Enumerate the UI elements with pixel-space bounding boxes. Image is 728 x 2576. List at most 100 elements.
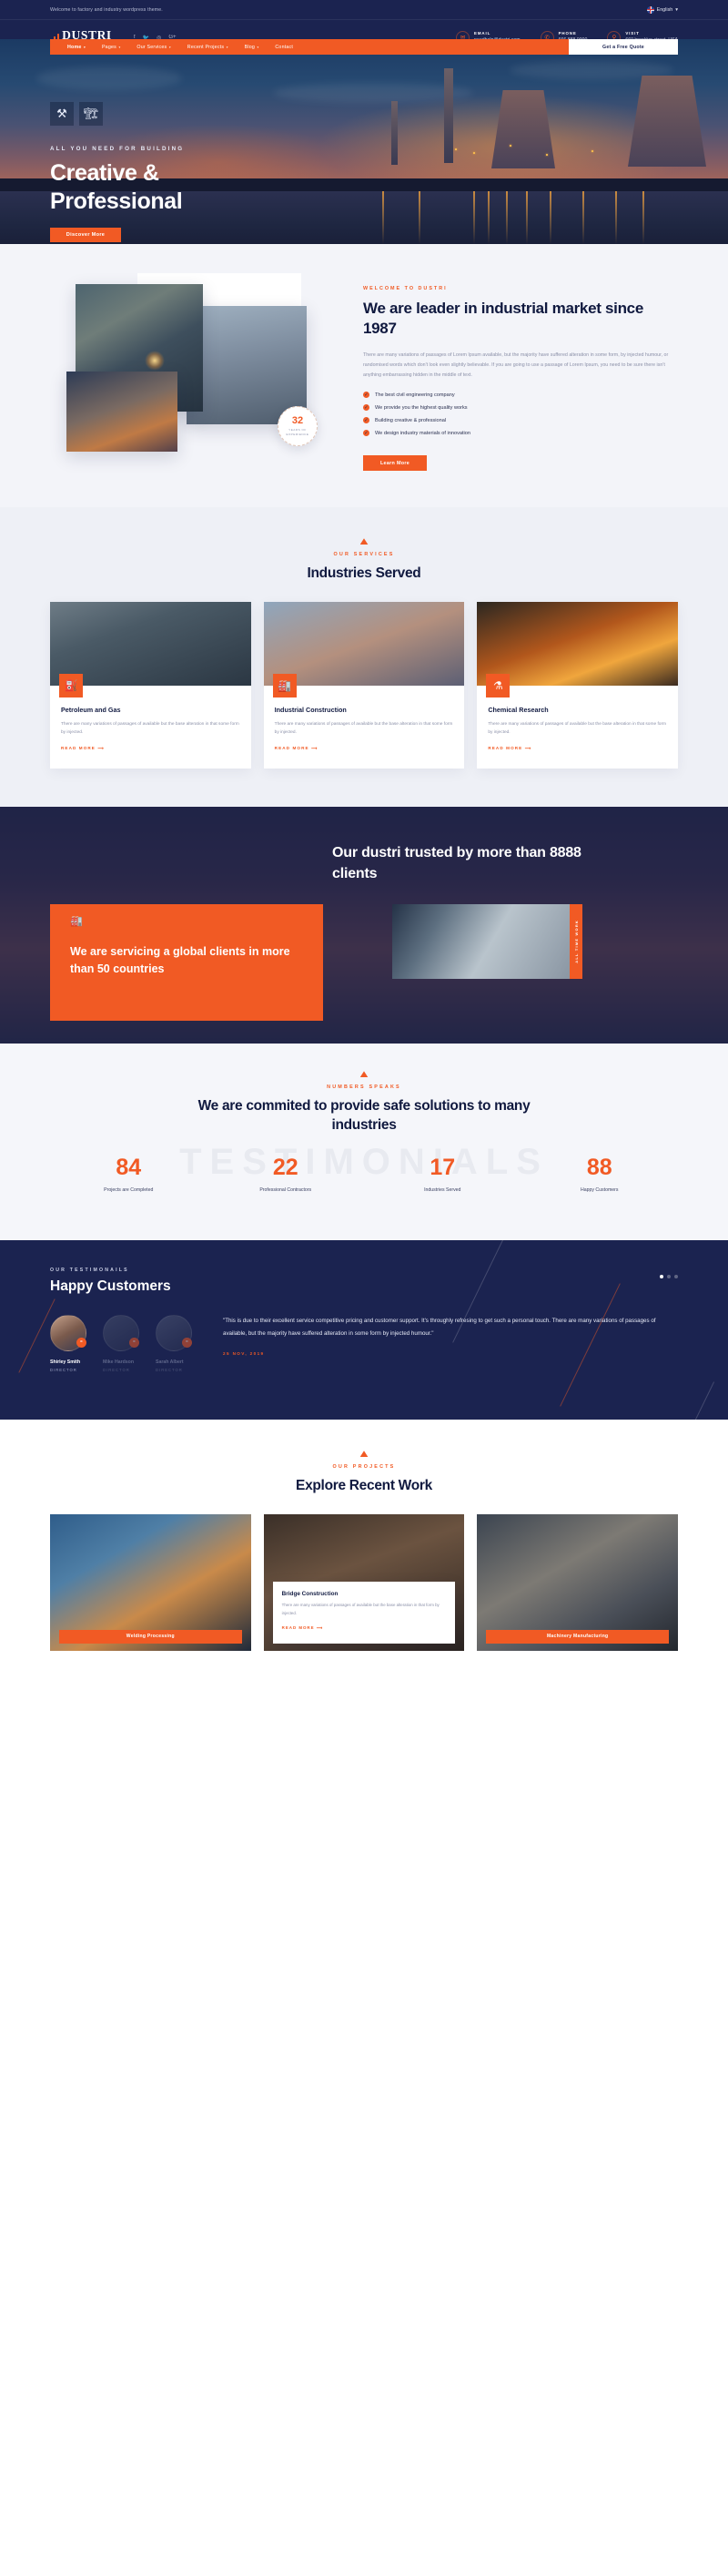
- pagination-dot-1[interactable]: [660, 1275, 663, 1279]
- check-icon: ✓: [363, 404, 369, 412]
- read-more-link[interactable]: READ MORE ⟶: [61, 746, 105, 751]
- project-list: Welding Processing Bridge Construction T…: [50, 1513, 679, 1651]
- service-card-title: Petroleum and Gas: [61, 705, 121, 714]
- learn-more-button[interactable]: Learn More: [363, 455, 427, 472]
- get-a-free-quote-button[interactable]: Get a Free Quote: [569, 39, 678, 55]
- flask-icon: ⚗: [486, 673, 511, 697]
- service-card[interactable]: ⚗ Chemical Research There are many varia…: [477, 601, 679, 769]
- nav-item-home[interactable]: Home ▾: [59, 45, 94, 50]
- check-icon: ✓: [363, 392, 369, 399]
- about-title: We are leader in industrial market since…: [363, 300, 643, 338]
- numbers-eyebrow: NUMBERS SPEAKS: [327, 1084, 401, 1091]
- checklist-label: Building creative & professional: [375, 417, 447, 423]
- discover-more-button[interactable]: Discover More: [50, 228, 121, 242]
- about-image-collage: 32 YEARS OF EXPERIENCE: [50, 273, 341, 452]
- service-card[interactable]: ⛽ Petroleum and Gas There are many varia…: [50, 601, 251, 769]
- pagination-dot-2[interactable]: [667, 1275, 671, 1279]
- project-title-button[interactable]: Welding Processing: [59, 1629, 242, 1644]
- pagination-dot-3[interactable]: [674, 1275, 678, 1279]
- author-role: DIRECTOR: [103, 1368, 130, 1373]
- projects-eyebrow: OUR PROJECTS: [332, 1464, 396, 1471]
- service-card-image: 🏭: [263, 601, 465, 697]
- about-photo-tank: [66, 372, 177, 452]
- about-paragraph: There are many variations of passages of…: [363, 351, 669, 379]
- arrow-right-icon: ⟶: [524, 746, 532, 751]
- experience-badge: 32 YEARS OF EXPERIENCE: [278, 406, 318, 446]
- read-more-link[interactable]: READ MORE ⟶: [488, 746, 531, 751]
- nav-label-recent-projects: Recent Projects: [187, 44, 225, 50]
- nav-item-recent-projects[interactable]: Recent Projects ▾: [179, 45, 237, 50]
- section-marker-icon: [359, 1071, 369, 1078]
- trusted-photo-block: ALL TIME WORK: [392, 904, 582, 980]
- counter-value: 88: [586, 1155, 612, 1181]
- service-card-title: Chemical Research: [488, 705, 549, 714]
- testimonial-quote: "This is due to their excellent service …: [223, 1318, 656, 1338]
- counter-list: 84 Projects are Completed 22 Professiona…: [50, 1155, 678, 1194]
- author-name: Sarah Albert: [156, 1359, 184, 1366]
- testimonials-eyebrow: OUR TESTIMONAILS: [50, 1268, 129, 1274]
- about-eyebrow: WELCOME TO DUSTRI: [363, 286, 448, 291]
- author-name: Shirley Smith: [50, 1359, 81, 1366]
- about-section: 32 YEARS OF EXPERIENCE WELCOME TO DUSTRI…: [0, 244, 728, 508]
- checklist-label: The best civil engineering company: [375, 392, 455, 398]
- projects-title: Explore Recent Work: [296, 1478, 432, 1494]
- crane-hook-icon: ⚒: [50, 102, 74, 126]
- read-more-link[interactable]: READ MORE ⟶: [282, 1625, 323, 1631]
- project-card-title: Bridge Construction: [281, 1591, 339, 1598]
- read-more-link[interactable]: READ MORE ⟶: [275, 746, 318, 751]
- main-navigation: Home ▾ Pages ▾ Our Services ▾ Recent Projec…: [0, 39, 728, 55]
- testimonial-author[interactable]: ❞ Shirley Smith DIRECTOR: [50, 1315, 90, 1372]
- language-selector[interactable]: English ▾: [646, 5, 678, 14]
- trusted-section: Our dustri trusted by more than 8888 cli…: [0, 807, 728, 1044]
- project-item[interactable]: Welding Processing: [50, 1513, 251, 1651]
- about-checklist: ✓ The best civil engineering company ✓ We …: [363, 392, 678, 437]
- service-card-text: There are many variations of passages of…: [274, 721, 453, 735]
- services-eyebrow: OUR SERVICES: [333, 552, 395, 558]
- all-time-work-label: ALL TIME WORK: [570, 904, 582, 980]
- project-title-button[interactable]: Machinery Manufacturing: [486, 1629, 670, 1644]
- project-item[interactable]: Bridge Construction There are many varia…: [263, 1513, 465, 1651]
- testimonials-title: Happy Customers: [50, 1278, 171, 1295]
- service-card-image: ⚗: [477, 601, 679, 697]
- author-role: DIRECTOR: [50, 1368, 77, 1373]
- testimonial-pagination[interactable]: [660, 1275, 678, 1279]
- list-item: ✓ The best civil engineering company: [363, 392, 678, 399]
- chevron-down-icon: ▾: [257, 45, 259, 49]
- nav-item-our-services[interactable]: Our Services ▾: [128, 45, 178, 50]
- phone-label: PHONE: [558, 31, 577, 36]
- hero-section: Home ▾ Pages ▾ Our Services ▾ Recent Projec…: [0, 39, 728, 244]
- about-photo-plant: [187, 306, 307, 424]
- numbers-title: We are commited to provide safe solution…: [197, 1098, 531, 1133]
- counter-label: Industries Served: [424, 1187, 461, 1194]
- numbers-section: NUMBERS SPEAKS We are commited to provid…: [0, 1044, 728, 1241]
- arrow-right-icon: ⟶: [311, 746, 318, 751]
- counter-value: 22: [272, 1155, 298, 1181]
- nav-item-pages[interactable]: Pages ▾: [94, 45, 128, 50]
- nav-label-our-services: Our Services: [136, 44, 167, 50]
- nav-item-contact[interactable]: Contact: [267, 45, 301, 50]
- service-card-image: ⛽: [50, 601, 251, 697]
- top-bar: Welcome to factory and industry wordpres…: [0, 0, 728, 20]
- hero-title-line1: Creative &: [50, 160, 159, 186]
- testimonial-date: 25 NOV, 2019: [223, 1351, 265, 1357]
- visit-label: VISIT: [625, 31, 640, 36]
- project-card-text: There are many variations of passages of…: [281, 1603, 440, 1615]
- globe-factory-icon: 🏭: [70, 916, 83, 928]
- nav-item-blog[interactable]: Blog ▾: [237, 45, 268, 50]
- oil-rig-icon: ⛽: [59, 673, 83, 697]
- checklist-label: We provide you the highest quality works: [375, 404, 468, 411]
- welcome-text: Welcome to factory and industry wordpres…: [50, 6, 163, 13]
- counter-item: 84 Projects are Completed: [50, 1156, 207, 1194]
- service-card-list: ⛽ Petroleum and Gas There are many varia…: [50, 601, 679, 769]
- testimonial-author[interactable]: ❞ Sarah Albert DIRECTOR: [156, 1315, 196, 1372]
- nav-label-pages: Pages: [101, 44, 116, 50]
- project-item[interactable]: Machinery Manufacturing: [477, 1513, 679, 1651]
- testimonial-author[interactable]: ❞ Mike Hardson DIRECTOR: [103, 1315, 143, 1372]
- avatar: ❞: [156, 1315, 192, 1352]
- counter-item: 17 Industries Served: [364, 1156, 521, 1194]
- avatar: ❞: [50, 1315, 86, 1352]
- counter-item: 22 Professional Contractors: [207, 1155, 365, 1194]
- service-card-text: There are many variations of passages of…: [488, 721, 667, 735]
- hero-title-line2: Professional: [50, 188, 183, 214]
- service-card[interactable]: 🏭 Industrial Construction There are many…: [263, 601, 465, 769]
